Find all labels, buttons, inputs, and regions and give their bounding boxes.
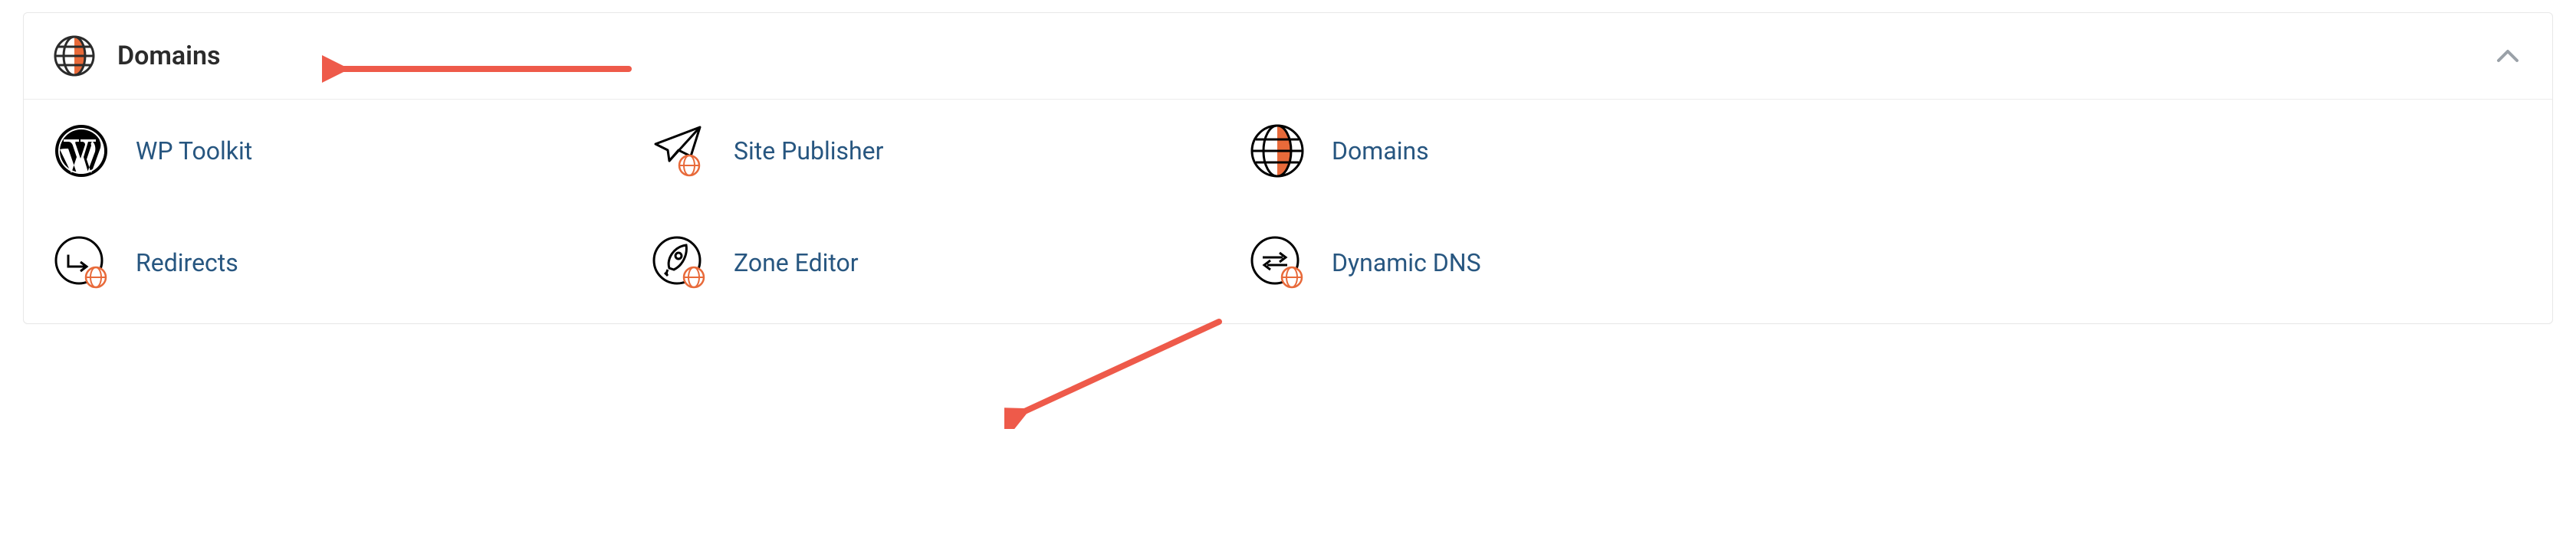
paper-plane-icon bbox=[651, 123, 708, 179]
item-domains[interactable]: Domains bbox=[1249, 123, 1847, 179]
sync-icon bbox=[1249, 234, 1306, 291]
redirect-icon bbox=[53, 234, 110, 291]
wordpress-icon bbox=[53, 123, 110, 179]
item-label: Site Publisher bbox=[734, 136, 883, 165]
item-zone-editor[interactable]: Zone Editor bbox=[651, 234, 1249, 291]
item-site-publisher[interactable]: Site Publisher bbox=[651, 123, 1249, 179]
annotation-arrow-icon bbox=[1004, 306, 1234, 429]
collapse-toggle[interactable] bbox=[2492, 41, 2523, 71]
item-dynamic-dns[interactable]: Dynamic DNS bbox=[1249, 234, 1847, 291]
item-label: Zone Editor bbox=[734, 248, 859, 277]
item-label: Dynamic DNS bbox=[1332, 248, 1481, 277]
item-label: Redirects bbox=[136, 248, 238, 277]
panel-title: Domains bbox=[117, 41, 221, 71]
globe-icon bbox=[1249, 123, 1306, 179]
panel-header[interactable]: Domains bbox=[24, 13, 2552, 100]
item-redirects[interactable]: Redirects bbox=[53, 234, 651, 291]
item-label: WP Toolkit bbox=[136, 136, 252, 165]
item-row: Redirects Zone Editor bbox=[53, 234, 2523, 291]
item-label: Domains bbox=[1332, 136, 1429, 165]
rocket-icon bbox=[651, 234, 708, 291]
globe-icon bbox=[53, 34, 96, 77]
item-row: WP Toolkit Site Publisher bbox=[53, 123, 2523, 179]
domains-panel: Domains WP Toolkit bbox=[23, 12, 2553, 324]
item-wp-toolkit[interactable]: WP Toolkit bbox=[53, 123, 651, 179]
panel-body: WP Toolkit Site Publisher bbox=[24, 100, 2552, 323]
chevron-up-icon bbox=[2492, 41, 2523, 71]
